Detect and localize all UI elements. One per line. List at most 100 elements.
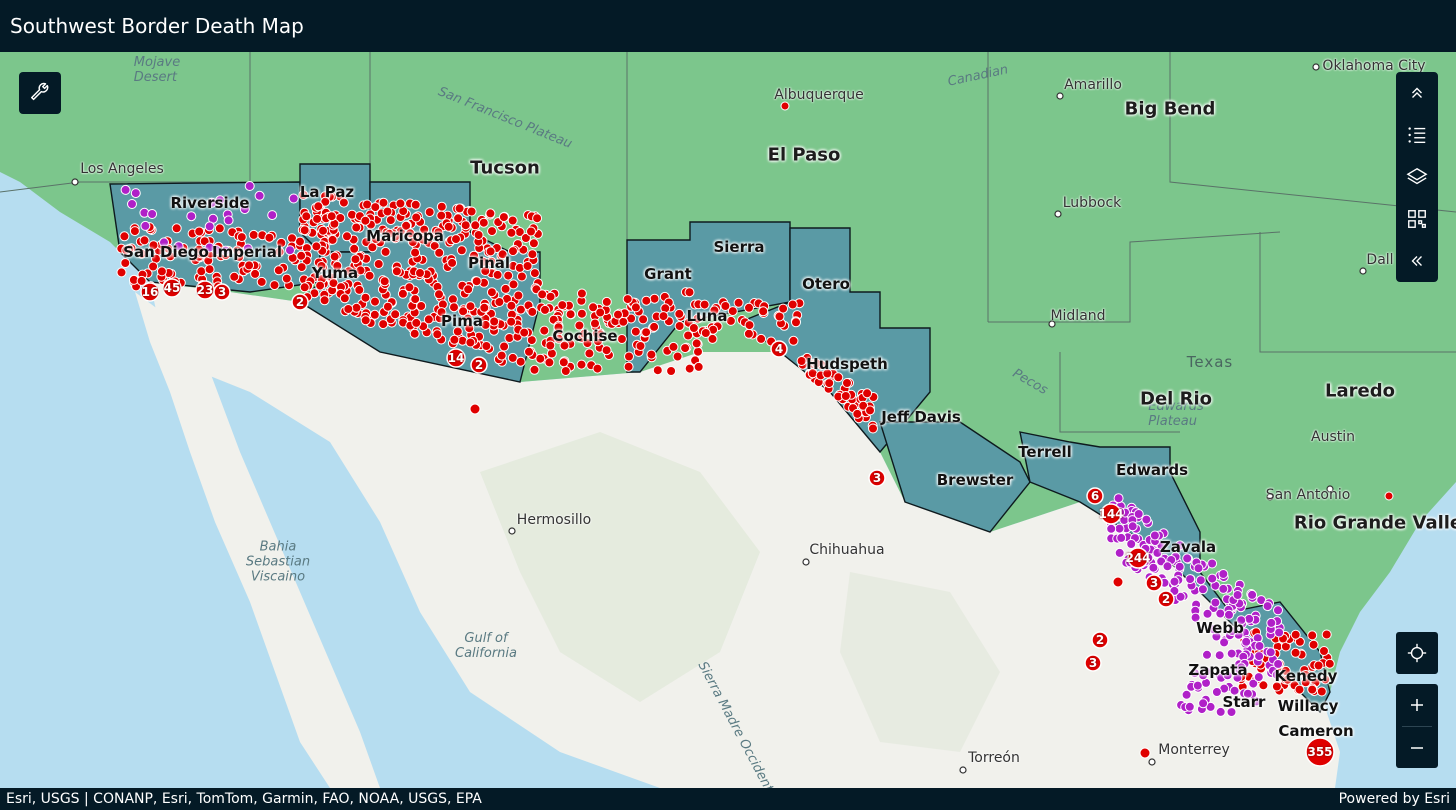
death-marker-red[interactable] <box>299 225 310 236</box>
death-marker-purple[interactable] <box>1262 601 1273 612</box>
death-marker-red[interactable] <box>204 264 215 275</box>
death-marker-purple[interactable] <box>1162 561 1173 572</box>
death-marker-red[interactable] <box>156 266 167 277</box>
death-marker-purple[interactable] <box>120 184 131 195</box>
death-marker-red[interactable] <box>119 231 130 242</box>
death-marker-red[interactable] <box>646 349 657 360</box>
death-marker-red[interactable] <box>576 359 587 370</box>
map-view[interactable]: Mojave Desert San Francisco Plateau Canad… <box>0 52 1456 788</box>
death-marker-red[interactable] <box>370 202 381 213</box>
death-marker-red[interactable] <box>1294 684 1305 695</box>
death-marker-red[interactable] <box>865 405 875 416</box>
death-marker-red[interactable] <box>378 319 389 330</box>
death-marker-red[interactable] <box>250 268 261 279</box>
death-marker-red[interactable] <box>1290 629 1301 640</box>
death-marker-purple[interactable] <box>1241 636 1252 647</box>
death-marker-red[interactable] <box>796 356 807 366</box>
death-marker-red[interactable] <box>833 372 844 383</box>
death-marker-red[interactable] <box>434 289 444 300</box>
death-marker-red[interactable] <box>349 243 360 254</box>
death-marker-red[interactable] <box>343 304 354 314</box>
death-marker-red[interactable] <box>360 292 371 303</box>
death-marker-red[interactable] <box>565 309 576 320</box>
death-marker-red[interactable] <box>529 364 540 375</box>
death-marker-red[interactable] <box>312 213 323 224</box>
death-marker-red[interactable] <box>473 230 484 240</box>
death-marker-red[interactable] <box>436 210 447 221</box>
death-marker-purple[interactable] <box>1116 532 1127 543</box>
death-marker-red[interactable] <box>1321 629 1332 640</box>
death-marker-red[interactable] <box>791 317 801 328</box>
death-marker-purple[interactable] <box>1202 649 1212 660</box>
death-marker-purple[interactable] <box>1114 523 1125 534</box>
death-marker-purple[interactable] <box>1247 589 1258 600</box>
death-marker-red[interactable] <box>526 226 536 237</box>
death-marker-red[interactable] <box>1307 684 1318 695</box>
death-marker-red[interactable] <box>319 295 330 306</box>
death-marker-red[interactable] <box>362 199 373 210</box>
death-marker-purple[interactable] <box>130 188 141 199</box>
death-marker-red[interactable] <box>693 361 704 372</box>
zoom-out-button[interactable] <box>1396 727 1438 769</box>
death-marker-red[interactable] <box>868 423 878 434</box>
death-marker-red[interactable] <box>360 215 371 226</box>
death-marker-red[interactable] <box>489 316 500 327</box>
death-marker-red[interactable] <box>273 265 284 276</box>
death-marker-red[interactable] <box>584 348 595 359</box>
death-marker-purple[interactable] <box>1202 608 1213 619</box>
death-marker-red[interactable] <box>451 234 461 245</box>
death-marker-red[interactable] <box>470 220 481 231</box>
death-marker-red[interactable] <box>522 261 533 271</box>
death-marker-red[interactable] <box>778 303 789 314</box>
death-marker-red[interactable] <box>380 246 391 257</box>
death-marker-purple[interactable] <box>1197 584 1208 595</box>
death-marker-red[interactable] <box>382 301 393 312</box>
death-marker-red[interactable] <box>506 316 517 327</box>
death-marker-red[interactable] <box>840 391 851 401</box>
death-marker-red[interactable] <box>649 321 660 332</box>
death-marker-purple[interactable] <box>186 211 197 222</box>
death-marker-purple[interactable] <box>1254 651 1265 662</box>
death-marker-red[interactable] <box>409 328 420 339</box>
death-marker-red[interactable] <box>824 378 835 389</box>
death-marker-red[interactable] <box>616 334 627 344</box>
death-marker-red[interactable] <box>311 241 322 252</box>
death-marker-red[interactable] <box>456 245 467 256</box>
death-marker-red[interactable] <box>733 297 744 308</box>
death-marker-red[interactable] <box>315 280 326 291</box>
death-marker-red[interactable] <box>116 267 127 278</box>
death-marker-red[interactable] <box>351 222 362 233</box>
death-marker-red[interactable] <box>463 284 474 295</box>
powered-by[interactable]: Powered by Esri <box>1333 791 1456 807</box>
death-marker-red[interactable] <box>410 294 421 305</box>
death-marker-purple[interactable] <box>1218 569 1229 579</box>
death-marker-red[interactable] <box>485 208 496 219</box>
death-marker-red[interactable] <box>395 198 406 209</box>
death-marker-red[interactable] <box>385 215 396 226</box>
death-marker-purple[interactable] <box>1198 698 1209 709</box>
death-marker-purple[interactable] <box>1195 575 1206 586</box>
death-marker-red[interactable] <box>301 211 312 222</box>
death-marker-red[interactable] <box>684 287 695 298</box>
death-marker-red[interactable] <box>411 212 422 223</box>
death-marker-red[interactable] <box>269 280 280 291</box>
death-marker-red[interactable] <box>595 307 606 318</box>
legend-button[interactable] <box>1396 114 1438 156</box>
death-marker-red[interactable] <box>557 300 568 311</box>
death-marker-red[interactable] <box>540 304 550 315</box>
death-marker-red[interactable] <box>545 291 556 302</box>
death-marker-red[interactable] <box>507 215 518 226</box>
death-marker-red[interactable] <box>350 254 361 265</box>
attribution-text[interactable]: Esri, USGS | CONANP, Esri, TomTom, Garmi… <box>0 791 488 807</box>
death-marker-purple[interactable] <box>288 193 299 204</box>
death-marker-red[interactable] <box>379 276 390 287</box>
death-marker-red[interactable] <box>351 302 362 313</box>
death-marker-purple[interactable] <box>1185 574 1196 585</box>
death-marker-purple[interactable] <box>1193 563 1204 574</box>
death-marker-red[interactable] <box>725 315 736 326</box>
death-marker-red[interactable] <box>465 337 476 348</box>
death-marker-red[interactable] <box>471 276 482 287</box>
death-marker-purple[interactable] <box>1207 573 1218 584</box>
death-marker-purple[interactable] <box>1133 509 1144 519</box>
death-marker-red[interactable] <box>364 270 375 281</box>
